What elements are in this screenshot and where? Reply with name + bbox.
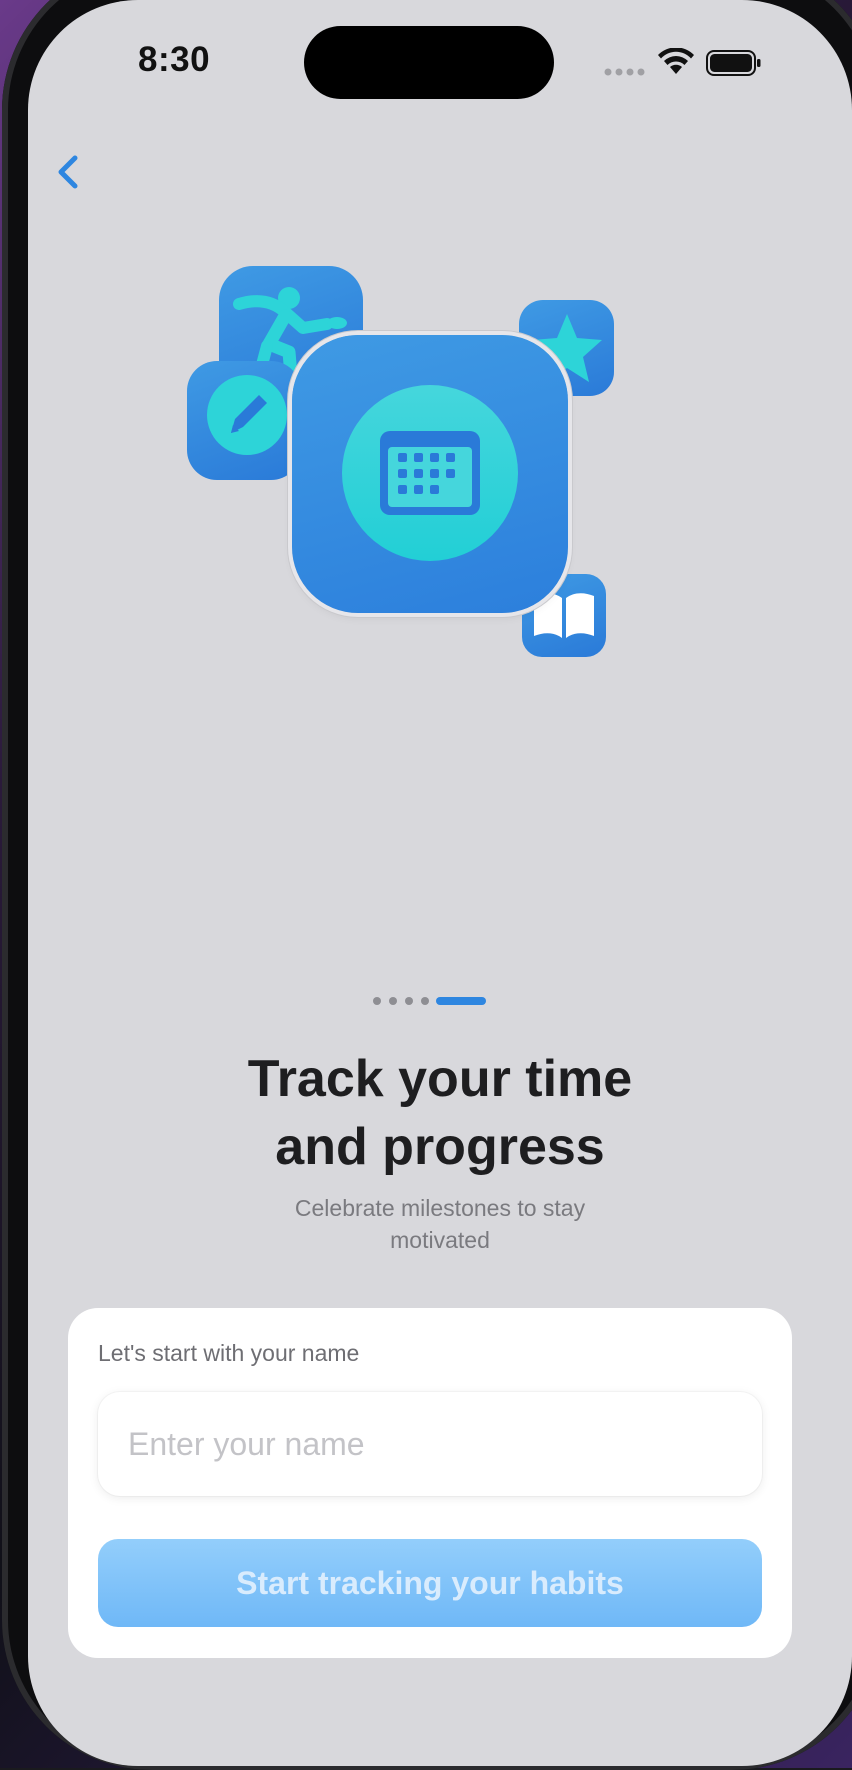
onboarding-subtitle: Celebrate milestones to stay motivated: [240, 1192, 640, 1256]
title-line: Track your time: [247, 1050, 633, 1108]
calendar-tile: [292, 335, 568, 613]
start-tracking-button[interactable]: Start tracking your habits: [98, 1539, 762, 1627]
name-input[interactable]: [98, 1392, 762, 1496]
name-field-label: Let's start with your name: [98, 1340, 360, 1366]
phone-screen: 8:30 Track your time and progress Celebr…: [28, 0, 852, 1766]
calendar-icon: [342, 385, 518, 561]
title-line: and progress: [275, 1118, 605, 1176]
subtitle-line: motivated: [390, 1227, 490, 1253]
page-dot[interactable]: [421, 997, 429, 1005]
pencil-tile: [187, 361, 301, 480]
page-indicator: [373, 995, 493, 1007]
page-dot[interactable]: [373, 997, 381, 1005]
page-dot[interactable]: [405, 997, 413, 1005]
page-dot[interactable]: [389, 997, 397, 1005]
page-dot-active[interactable]: [436, 997, 486, 1005]
name-form-card: Let's start with your name Start trackin…: [68, 1308, 792, 1658]
hero-illustration: [28, 0, 852, 700]
pencil-icon: [207, 375, 287, 455]
subtitle-line: Celebrate milestones to stay: [294, 1195, 586, 1221]
onboarding-title: Track your time and progress: [28, 1045, 852, 1181]
